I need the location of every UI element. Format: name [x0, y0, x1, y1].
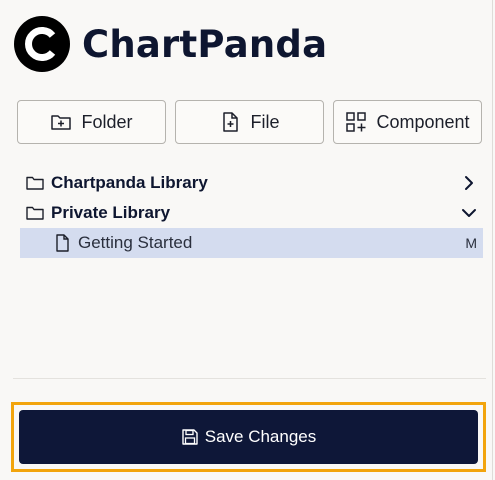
chartpanda-c-logo-icon	[14, 16, 70, 72]
file-tree: Chartpanda Library Private Library Getti…	[20, 168, 483, 258]
chevron-right-icon[interactable]	[461, 174, 477, 192]
save-focus-outline: Save Changes	[11, 402, 486, 472]
tree-item-label: Chartpanda Library	[51, 173, 208, 192]
save-changes-label: Save Changes	[204, 427, 317, 446]
new-file-button[interactable]: File	[175, 100, 324, 144]
tree-folder-private-library[interactable]: Private Library	[20, 198, 483, 228]
file-plus-icon	[219, 111, 241, 133]
modified-badge: M	[465, 235, 477, 251]
create-actions: Folder File Component	[17, 100, 482, 144]
tree-folder-chartpanda-library[interactable]: Chartpanda Library	[20, 168, 483, 198]
new-component-button[interactable]: Component	[333, 100, 482, 144]
new-file-label: File	[250, 111, 280, 132]
sidebar: ChartPanda Folder File Component Chartpa…	[0, 0, 493, 480]
file-icon	[52, 233, 72, 253]
tree-item-label: Private Library	[51, 203, 171, 222]
save-icon	[181, 428, 199, 446]
tree-item-label: Getting Started	[78, 233, 193, 252]
component-plus-icon	[345, 111, 367, 133]
footer-divider	[13, 378, 486, 379]
new-component-label: Component	[376, 111, 470, 132]
folder-icon	[25, 173, 45, 193]
tree-file-getting-started[interactable]: Getting Started M	[20, 228, 483, 258]
new-folder-button[interactable]: Folder	[17, 100, 166, 144]
chevron-down-icon[interactable]	[461, 204, 477, 222]
brand: ChartPanda	[14, 16, 327, 72]
folder-icon	[25, 203, 45, 223]
brand-name: ChartPanda	[82, 22, 328, 66]
new-folder-label: Folder	[81, 111, 133, 132]
save-changes-button[interactable]: Save Changes	[19, 410, 478, 464]
folder-plus-icon	[50, 111, 72, 133]
